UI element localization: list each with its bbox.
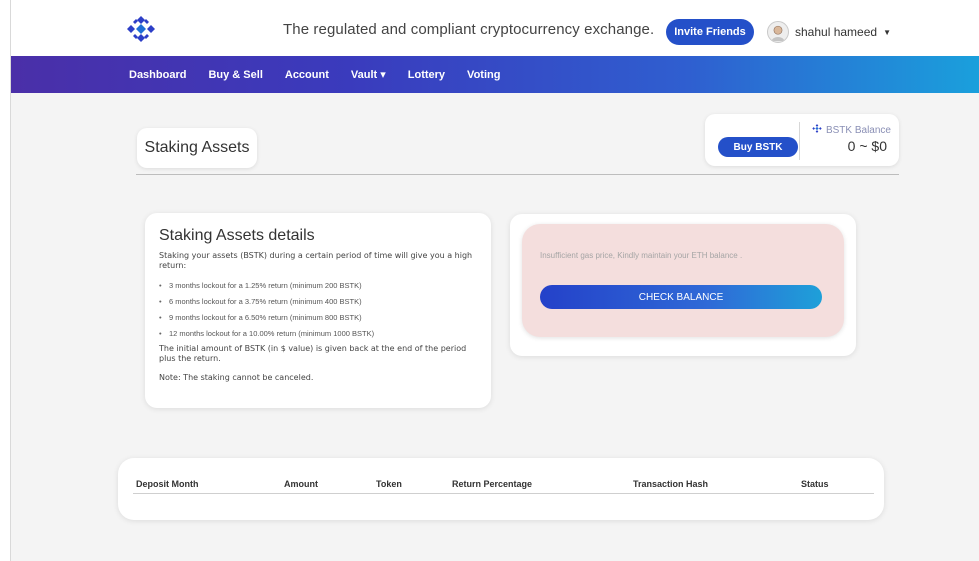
buy-bstk-button[interactable]: Buy BSTK (718, 137, 798, 157)
balance-value: 0 ~ $0 (847, 138, 887, 154)
details-title: Staking Assets details (159, 227, 315, 244)
balance-divider (799, 122, 800, 160)
top-header: The regulated and compliant cryptocurren… (11, 0, 979, 56)
bstk-logo-icon (811, 123, 823, 137)
user-menu[interactable]: shahul hameed ▼ (767, 19, 891, 45)
table-header-divider (133, 493, 874, 494)
user-avatar-icon (767, 21, 789, 43)
list-item: 12 months lockout for a 10.00% return (m… (159, 328, 477, 339)
list-item: 6 months lockout for a 3.75% return (min… (159, 296, 477, 307)
nav-voting[interactable]: Voting (467, 69, 500, 81)
list-item: 9 months lockout for a 6.50% return (min… (159, 312, 477, 323)
staking-options-list: 3 months lockout for a 1.25% return (min… (159, 280, 477, 339)
nav-vault[interactable]: Vault ▾ (351, 68, 386, 81)
balance-card: Buy BSTK BSTK Balance 0 ~ $0 (705, 114, 899, 166)
bstk-logo-icon[interactable] (123, 14, 159, 44)
main-navbar: Dashboard Buy & Sell Account Vault ▾ Lot… (11, 56, 979, 93)
gas-warning-panel: Insufficient gas price, Kindly maintain … (522, 224, 844, 337)
column-header-token: Token (376, 479, 402, 489)
page-title: Staking Assets (137, 128, 257, 168)
details-note: Note: The staking cannot be canceled. (159, 373, 314, 382)
page-background: The regulated and compliant cryptocurren… (10, 0, 979, 561)
column-header-status: Status (801, 479, 829, 489)
chevron-down-icon: ▼ (883, 27, 891, 37)
details-intro: Staking your assets (BSTK) during a cert… (159, 251, 473, 270)
chevron-down-icon: ▾ (380, 69, 386, 81)
column-header-transaction-hash: Transaction Hash (633, 479, 709, 489)
balance-label-row: BSTK Balance (811, 123, 891, 137)
gas-warning-card: Insufficient gas price, Kindly maintain … (510, 214, 856, 356)
check-balance-button[interactable]: CHECK BALANCE (540, 285, 822, 309)
invite-friends-button[interactable]: Invite Friends (666, 19, 754, 45)
gas-warning-message: Insufficient gas price, Kindly maintain … (540, 251, 743, 260)
user-name: shahul hameed (795, 25, 878, 39)
balance-label: BSTK Balance (825, 124, 891, 136)
nav-account[interactable]: Account (285, 69, 329, 81)
nav-dashboard[interactable]: Dashboard (129, 69, 186, 81)
site-tagline: The regulated and compliant cryptocurren… (283, 21, 655, 38)
nav-buy-sell[interactable]: Buy & Sell (208, 69, 262, 81)
staking-details-card: Staking Assets details Staking your asse… (145, 213, 491, 408)
details-outro: The initial amount of BSTK (in $ value) … (159, 344, 467, 363)
nav-vault-label: Vault (350, 69, 378, 81)
column-header-return-percentage: Return Percentage (452, 479, 533, 489)
nav-lottery[interactable]: Lottery (408, 69, 445, 81)
column-header-deposit-month: Deposit Month (136, 479, 199, 489)
list-item: 3 months lockout for a 1.25% return (min… (159, 280, 477, 291)
staking-history-table: Deposit Month Amount Token Return Percen… (118, 458, 884, 520)
title-divider (136, 174, 899, 175)
column-header-amount: Amount (284, 479, 318, 489)
